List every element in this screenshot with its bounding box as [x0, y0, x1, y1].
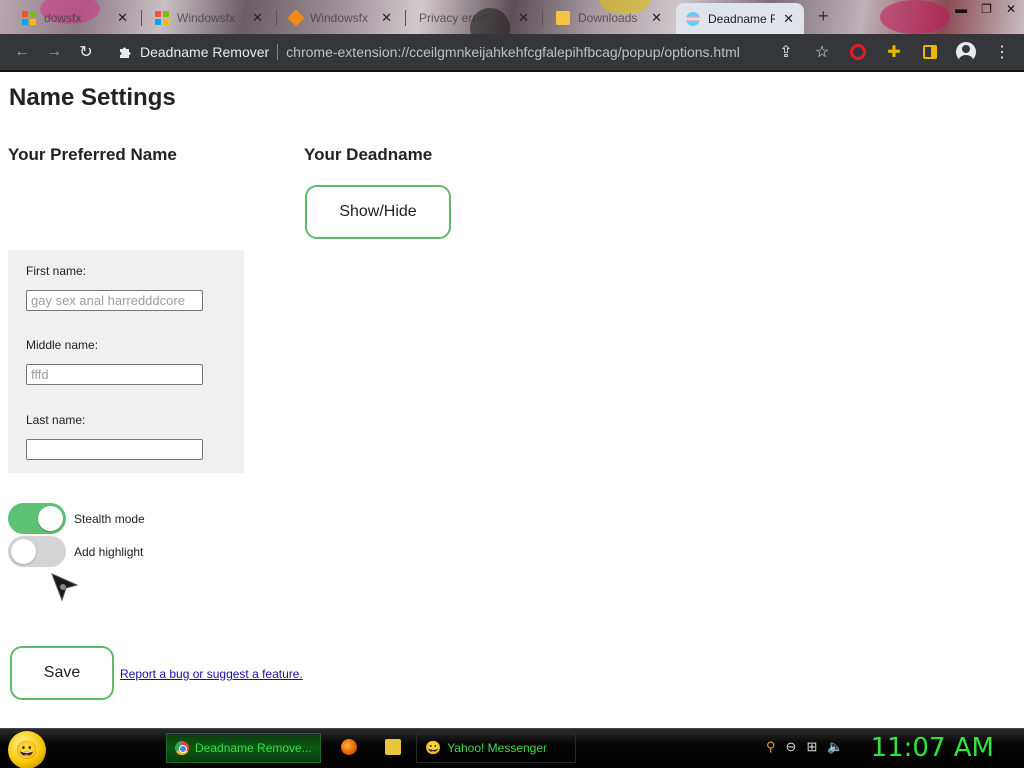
taskbar-item-label: Yahoo! Messenger: [447, 741, 548, 755]
last-name-label: Last name:: [26, 413, 86, 427]
profile-avatar-icon[interactable]: [950, 36, 982, 68]
extension-name: Deadname Remover: [140, 44, 270, 60]
status-circle-icon[interactable]: ⊖: [786, 739, 797, 755]
stealth-mode-label: Stealth mode: [74, 511, 145, 526]
forward-icon[interactable]: →: [38, 36, 70, 68]
browser-tab[interactable]: dowsfx ✕: [12, 5, 138, 31]
report-bug-link[interactable]: Report a bug or suggest a feature.: [120, 667, 303, 681]
browser-tab-active[interactable]: Deadname R ✕: [676, 3, 804, 34]
close-tab-icon[interactable]: ✕: [518, 10, 529, 26]
toolbar-border: [0, 70, 1024, 72]
tab-title: Windowsfx: [177, 11, 236, 25]
browser-tab[interactable]: Downloads ✕: [546, 5, 672, 31]
address-bar[interactable]: Deadname Remover chrome-extension://ccei…: [108, 38, 788, 66]
tab-title: Privacy error: [419, 11, 488, 25]
add-highlight-label: Add highlight: [74, 544, 144, 559]
save-button[interactable]: Save: [10, 646, 114, 700]
tab-title: dowsfx: [44, 11, 82, 25]
preferred-name-panel: First name: Middle name: Last name:: [8, 250, 244, 473]
browser-tab[interactable]: Privacy error ✕: [409, 5, 539, 31]
extensions-icon[interactable]: ✚: [878, 36, 910, 68]
search-icon[interactable]: ⚲: [766, 739, 776, 755]
add-highlight-row: Add highlight: [8, 536, 143, 567]
windows-logo-icon: [155, 11, 169, 25]
tab-divider: [141, 10, 142, 26]
bookmark-star-icon[interactable]: ☆: [806, 36, 838, 68]
taskbar-item-yahoo[interactable]: 😀 Yahoo! Messenger: [416, 733, 576, 763]
tab-divider: [276, 10, 277, 26]
file-manager-icon[interactable]: [385, 739, 401, 755]
volume-icon[interactable]: 🔈: [827, 739, 843, 755]
extension-puzzle-icon: [120, 47, 131, 58]
toolbar-actions: ⇪ ☆ ✚ ⋮: [770, 36, 1018, 68]
toggle-knob: [38, 506, 63, 531]
add-highlight-toggle[interactable]: [8, 536, 66, 567]
network-icon[interactable]: ⊞: [806, 739, 817, 755]
url-text: chrome-extension://cceilgmnkeijahkehfcgf…: [286, 44, 740, 60]
close-tab-icon[interactable]: ✕: [651, 10, 662, 26]
first-name-input[interactable]: [26, 290, 203, 311]
restore-icon[interactable]: ❐: [981, 2, 992, 16]
system-tray: ⚲ ⊖ ⊞ 🔈: [766, 739, 844, 755]
tab-title: Downloads: [578, 11, 638, 25]
taskbar-item-label: Deadname Remove...: [195, 741, 312, 755]
taskbar-item-chrome[interactable]: Deadname Remove...: [166, 733, 321, 763]
close-tab-icon[interactable]: ✕: [783, 11, 794, 27]
transgender-flag-icon: [686, 11, 700, 26]
last-name-input[interactable]: [26, 439, 203, 460]
tab-divider: [542, 10, 543, 26]
toggle-knob: [11, 539, 36, 564]
yahoo-messenger-icon: 😀: [425, 740, 442, 755]
share-icon[interactable]: ⇪: [770, 36, 802, 68]
opera-extension-icon[interactable]: [842, 36, 874, 68]
tab-strip: dowsfx ✕ Windowsfx ✕ Windowsfx ✕ Privacy…: [0, 0, 1024, 34]
side-panel-icon[interactable]: [914, 36, 946, 68]
preferred-name-heading: Your Preferred Name: [8, 145, 177, 164]
first-name-label: First name:: [26, 264, 87, 278]
tab-title: Deadname R: [708, 11, 776, 26]
new-tab-button[interactable]: +: [818, 6, 829, 27]
chrome-icon: [175, 741, 189, 755]
middle-name-input[interactable]: [26, 364, 203, 385]
tab-divider: [405, 10, 406, 26]
firefox-icon[interactable]: [341, 739, 357, 755]
windows-logo-icon: [22, 11, 36, 25]
diamond-icon: [287, 9, 305, 27]
close-tab-icon[interactable]: ✕: [117, 10, 128, 26]
download-icon: [556, 11, 570, 25]
mouse-cursor-icon: [51, 573, 79, 602]
middle-name-label: Middle name:: [26, 338, 99, 352]
taskbar: 😀 Deadname Remove... 😀 Yahoo! Messenger …: [0, 728, 1024, 768]
close-window-icon[interactable]: ✕: [1006, 2, 1016, 16]
browser-tab[interactable]: Windowsfx ✕: [280, 5, 402, 31]
back-icon[interactable]: ←: [6, 36, 38, 68]
reload-icon[interactable]: ↻: [70, 36, 102, 68]
tab-title: Windowsfx: [310, 11, 369, 25]
close-tab-icon[interactable]: ✕: [252, 10, 263, 26]
start-button-smiley-icon[interactable]: 😀: [8, 731, 46, 768]
page-title: Name Settings: [9, 84, 176, 111]
menu-kebab-icon[interactable]: ⋮: [986, 36, 1018, 68]
wallpaper-splash: [880, 0, 950, 34]
close-tab-icon[interactable]: ✕: [381, 10, 392, 26]
browser-tab[interactable]: Windowsfx ✕: [145, 5, 273, 31]
stealth-mode-toggle[interactable]: [8, 503, 66, 534]
browser-toolbar: ← → ↻ Deadname Remover chrome-extension:…: [0, 34, 1024, 70]
window-controls: ▬ ❐ ✕: [955, 2, 1016, 16]
omnibox-divider: [277, 44, 279, 60]
minimize-icon[interactable]: ▬: [955, 2, 967, 16]
clock[interactable]: 11:07 AM: [871, 733, 994, 763]
stealth-mode-row: Stealth mode: [8, 503, 145, 534]
show-hide-button[interactable]: Show/Hide: [305, 185, 451, 239]
deadname-heading: Your Deadname: [304, 145, 433, 164]
